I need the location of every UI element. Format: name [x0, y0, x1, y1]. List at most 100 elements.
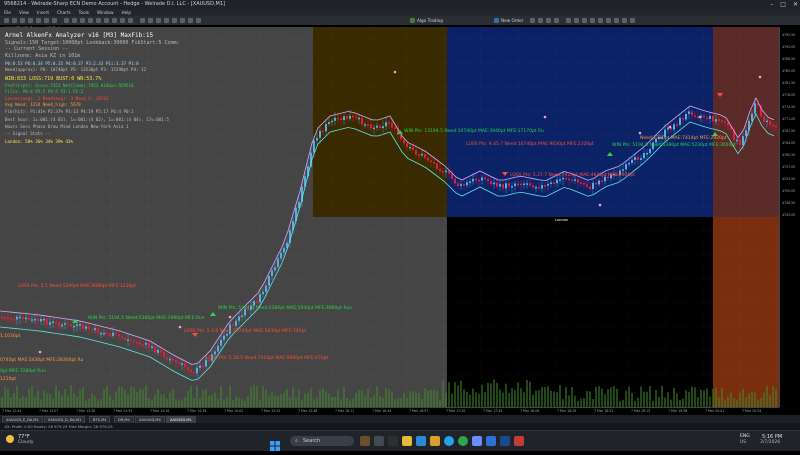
cursor-icon[interactable] [72, 18, 77, 23]
bar-chart-icon[interactable] [538, 18, 543, 23]
file-explorer-icon[interactable] [402, 436, 412, 446]
profiles-icon[interactable] [12, 18, 17, 23]
text-tool-icon[interactable] [120, 18, 125, 23]
candle [754, 103, 756, 114]
signal-dot [598, 203, 602, 207]
autoscroll-icon[interactable] [164, 18, 169, 23]
tf-w1-icon[interactable] [622, 18, 627, 23]
candle [253, 301, 255, 306]
market-watch-icon[interactable] [20, 18, 25, 23]
windows-start-icon[interactable] [270, 436, 280, 451]
tf-h1-icon[interactable] [598, 18, 603, 23]
minimize-button[interactable]: – [770, 0, 773, 9]
widgets-icon[interactable] [374, 436, 384, 446]
terminal-app-icon[interactable] [388, 436, 398, 446]
horizontal-line-icon[interactable] [88, 18, 93, 23]
mt5-icon[interactable] [500, 436, 510, 446]
candle [118, 334, 120, 337]
volume-bar [313, 399, 315, 407]
strategy-tester-icon[interactable] [52, 18, 57, 23]
candle [220, 339, 222, 346]
volume-bar [337, 389, 339, 407]
tf-m5-icon[interactable] [574, 18, 579, 23]
fibonacci-icon[interactable] [112, 18, 117, 23]
time-label: 7 Mar 20:24 [742, 409, 762, 413]
line-chart-icon[interactable] [554, 18, 559, 23]
candle [28, 317, 30, 321]
new-order-button[interactable]: New Order [501, 17, 523, 24]
time-label: 7 Mar 19:15 [631, 409, 651, 413]
one-click-icon[interactable] [530, 18, 535, 23]
menu-window[interactable]: Window [97, 9, 114, 16]
tf-m15-icon[interactable] [582, 18, 587, 23]
candle [199, 365, 201, 368]
candlestick-icon[interactable] [546, 18, 551, 23]
candle [421, 153, 423, 156]
language-indicator[interactable]: ENG [740, 434, 750, 439]
folder-icon[interactable] [430, 436, 440, 446]
tf-mn-icon[interactable] [630, 18, 635, 23]
tf-d1-icon[interactable] [614, 18, 619, 23]
chrome-icon[interactable] [458, 436, 468, 446]
vertical-line-icon[interactable] [80, 18, 85, 23]
navigator-icon[interactable] [36, 18, 41, 23]
trendline-icon[interactable] [96, 18, 101, 23]
candle [52, 321, 54, 324]
close-button[interactable]: ✕ [793, 0, 798, 9]
volume-bar [124, 390, 126, 407]
menu-charts[interactable]: Charts [57, 9, 71, 16]
zoom-out-icon[interactable] [148, 18, 153, 23]
algo-trading-button[interactable]: Algo Trading [417, 17, 443, 24]
timeframes-icon[interactable] [188, 18, 193, 23]
menu-tools[interactable]: Tools [79, 9, 89, 16]
volume-bar [256, 386, 258, 407]
clock-date[interactable]: 3/7/2026 [760, 440, 780, 445]
volume-bar [607, 388, 609, 407]
algo-trading-icon[interactable] [410, 18, 415, 23]
candle [337, 117, 339, 120]
new-chart-icon[interactable] [4, 18, 9, 23]
volume-bar [1, 397, 3, 407]
taskbar-search[interactable]: ⌕ Search [290, 436, 354, 446]
region-indicator[interactable]: US [740, 440, 746, 445]
volume-bar [145, 385, 147, 407]
shapes-icon[interactable] [128, 18, 133, 23]
store-icon[interactable] [416, 436, 426, 446]
menu-help[interactable]: Help [122, 9, 132, 16]
task-view-icon[interactable] [360, 436, 370, 446]
terminal-icon[interactable] [44, 18, 49, 23]
new-order-icon[interactable] [494, 18, 499, 23]
tile-windows-icon[interactable] [156, 18, 161, 23]
crosshair-icon[interactable] [64, 18, 69, 23]
candle [223, 335, 225, 340]
price-label: 4767.50 [782, 129, 796, 133]
weather-icon[interactable] [6, 435, 14, 443]
templates-icon[interactable] [196, 18, 201, 23]
volume-bar [118, 386, 120, 407]
edge-icon[interactable] [444, 436, 454, 446]
candle [634, 157, 636, 160]
tf-h4-icon[interactable] [606, 18, 611, 23]
app-icon[interactable] [514, 436, 524, 446]
candle [112, 332, 114, 336]
volume-bar [442, 380, 444, 407]
menu-file[interactable]: File [4, 9, 11, 16]
tf-m1-icon[interactable] [566, 18, 571, 23]
indicators-icon[interactable] [180, 18, 185, 23]
candle [331, 120, 333, 123]
discord-icon[interactable] [472, 436, 482, 446]
weather-desc[interactable]: Cloudy [18, 440, 34, 445]
volume-bar [370, 398, 372, 407]
data-window-icon[interactable] [28, 18, 33, 23]
zoom-in-icon[interactable] [140, 18, 145, 23]
menu-insert[interactable]: Insert [37, 9, 49, 16]
menu-view[interactable]: View [19, 9, 29, 16]
price-scale[interactable]: 4795.50 4792.00 4788.50 4785.00 4781.50 … [779, 27, 800, 407]
channel-icon[interactable] [104, 18, 109, 23]
chart-shift-icon[interactable] [172, 18, 177, 23]
tf-m30-icon[interactable] [590, 18, 595, 23]
candle [196, 367, 198, 374]
vscode-icon[interactable] [486, 436, 496, 446]
maximize-button[interactable]: □ [780, 0, 786, 9]
volume-bar [280, 394, 282, 407]
